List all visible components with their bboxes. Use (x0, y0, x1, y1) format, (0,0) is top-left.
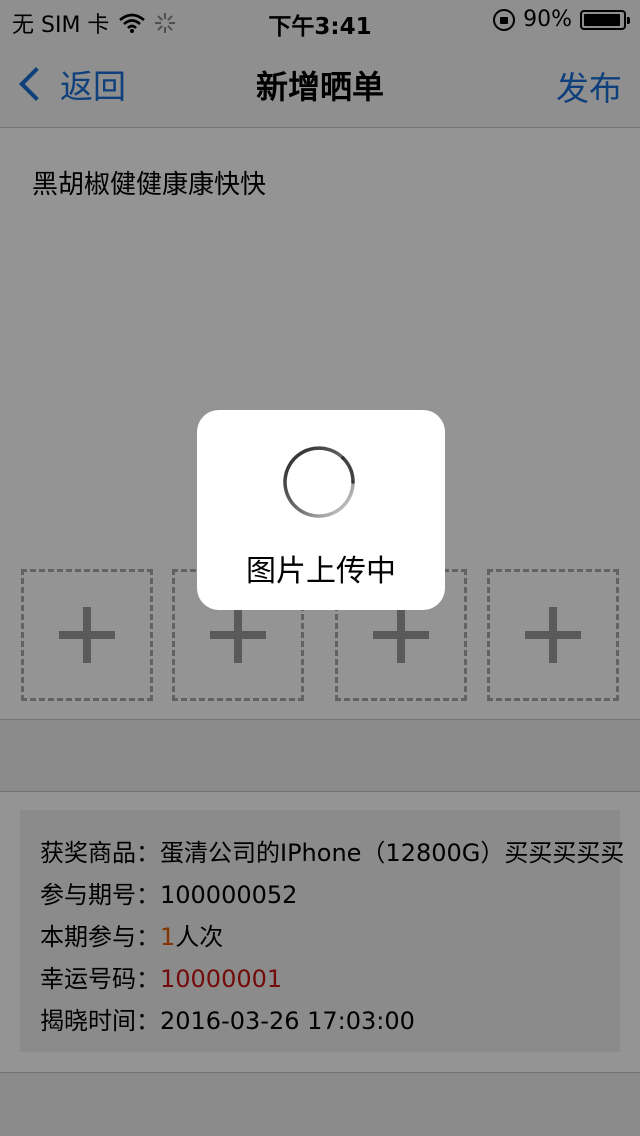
hud-message: 图片上传中 (246, 554, 396, 589)
loading-spinner-icon (283, 446, 355, 518)
upload-progress-hud: 图片上传中 (197, 410, 445, 610)
